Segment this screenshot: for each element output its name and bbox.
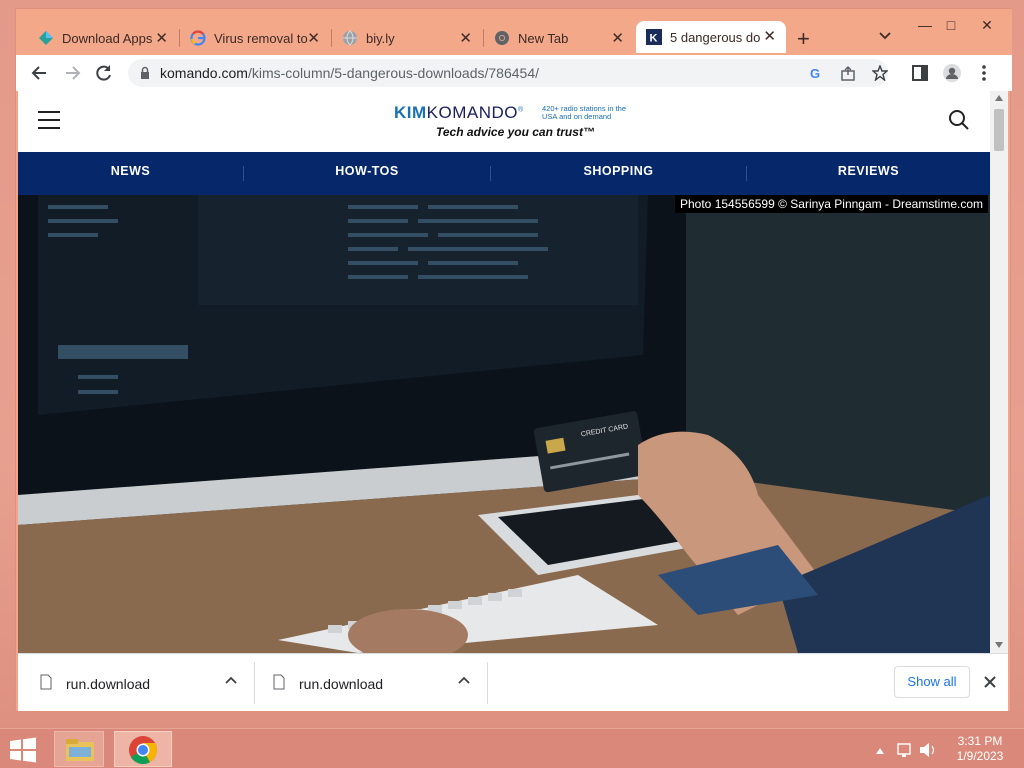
nav-how-tos[interactable]: HOW-TOS bbox=[244, 152, 490, 195]
new-tab-button[interactable]: + bbox=[797, 26, 810, 52]
download-bar: run.download run.download Show all bbox=[18, 653, 1008, 711]
nav-news[interactable]: NEWS bbox=[18, 152, 243, 195]
scroll-down-arrow-icon[interactable] bbox=[995, 642, 1003, 648]
download-filename: run.download bbox=[66, 676, 151, 692]
system-tray-icons[interactable] bbox=[874, 741, 944, 759]
browser-toolbar: komando.com/kims-column/5-dangerous-down… bbox=[16, 55, 1012, 91]
chrome-icon bbox=[495, 31, 509, 45]
tab-title: biy.ly bbox=[366, 30, 395, 46]
google-g-icon bbox=[190, 30, 206, 46]
more-menu-icon[interactable] bbox=[974, 63, 994, 83]
show-all-button[interactable]: Show all bbox=[894, 666, 970, 698]
side-panel-icon[interactable] bbox=[910, 63, 930, 83]
logo-stations-text: 420+ radio stations in the USA and on de… bbox=[542, 104, 627, 121]
back-arrow-icon[interactable] bbox=[30, 63, 50, 83]
logo-kim: KIM bbox=[394, 103, 427, 122]
tab-new-tab[interactable]: New Tab ✕ bbox=[484, 23, 634, 53]
file-icon bbox=[273, 674, 285, 690]
site-header: KIMKOMANDO® 420+ radio stations in the U… bbox=[18, 91, 990, 152]
nav-shopping[interactable]: SHOPPING bbox=[491, 152, 746, 195]
svg-text:K: K bbox=[650, 33, 658, 45]
url-domain: komando.com bbox=[160, 65, 248, 81]
reload-icon[interactable] bbox=[94, 63, 114, 83]
tab-biyly[interactable]: biy.ly ✕ bbox=[332, 23, 482, 53]
windows-taskbar: 3:31 PM 1/9/2023 bbox=[0, 728, 1024, 768]
photo-credit: Photo 154556599 © Sarinya Pinngam - Drea… bbox=[675, 195, 988, 213]
tab-title: Virus removal to bbox=[214, 30, 308, 46]
taskbar-chrome[interactable] bbox=[114, 731, 172, 767]
tab-strip: Download Apps ✕ Virus removal to ✕ biy.l… bbox=[16, 9, 1012, 55]
kim-komando-logo[interactable]: KIMKOMANDO® 420+ radio stations in the U… bbox=[394, 103, 654, 143]
scrollbar-thumb[interactable] bbox=[994, 109, 1004, 151]
taskbar-file-explorer[interactable] bbox=[54, 731, 104, 767]
minimize-button[interactable]: — bbox=[911, 14, 939, 36]
tab-dangerous-downloads[interactable]: K 5 dangerous do ✕ bbox=[636, 21, 786, 53]
bookmark-star-icon[interactable] bbox=[872, 65, 888, 81]
diamond-app-icon bbox=[39, 31, 53, 45]
tab-title: New Tab bbox=[518, 30, 569, 46]
close-download-bar-icon[interactable] bbox=[980, 672, 1000, 692]
maximize-button[interactable]: □ bbox=[937, 14, 965, 36]
close-window-button[interactable]: ✕ bbox=[973, 14, 1001, 36]
tab-title: Download Apps bbox=[62, 30, 153, 46]
chrome-window: Download Apps ✕ Virus removal to ✕ biy.l… bbox=[15, 8, 1012, 712]
clock-time: 3:31 PM bbox=[957, 734, 1003, 748]
search-icon[interactable] bbox=[948, 109, 970, 131]
tab-virus-removal[interactable]: Virus removal to ✕ bbox=[180, 23, 330, 53]
chevron-up-icon[interactable] bbox=[224, 674, 238, 688]
download-item[interactable]: run.download bbox=[251, 654, 483, 712]
profile-avatar-icon[interactable] bbox=[942, 63, 962, 83]
show-hidden-icons-icon bbox=[876, 748, 884, 754]
folder-icon bbox=[66, 739, 94, 761]
svg-text:G: G bbox=[810, 66, 820, 81]
tab-close-icon[interactable]: ✕ bbox=[155, 29, 168, 47]
scroll-up-arrow-icon[interactable] bbox=[995, 95, 1003, 101]
page-viewport: KIMKOMANDO® 420+ radio stations in the U… bbox=[18, 91, 990, 653]
forward-arrow-icon[interactable] bbox=[62, 63, 82, 83]
tab-title: 5 dangerous do bbox=[670, 29, 761, 45]
windows-start-icon[interactable] bbox=[8, 737, 38, 763]
download-filename: run.download bbox=[299, 676, 384, 692]
clock-date: 1/9/2023 bbox=[956, 749, 1004, 763]
share-icon[interactable] bbox=[840, 65, 856, 81]
logo-tagline: Tech advice you can trust™ bbox=[436, 125, 595, 139]
tab-close-icon[interactable]: ✕ bbox=[459, 29, 472, 47]
chevron-up-icon[interactable] bbox=[457, 674, 471, 688]
address-bar[interactable]: komando.com/kims-column/5-dangerous-down… bbox=[128, 59, 888, 87]
taskbar-clock[interactable]: 3:31 PM 1/9/2023 bbox=[950, 734, 1010, 764]
page-scrollbar[interactable] bbox=[990, 91, 1008, 653]
download-item[interactable]: run.download bbox=[18, 654, 250, 712]
tab-download-apps[interactable]: Download Apps ✕ bbox=[28, 23, 178, 53]
lock-icon[interactable] bbox=[140, 66, 150, 80]
hero-photo-illustration: CREDIT CARD bbox=[18, 195, 990, 653]
chrome-logo-icon bbox=[129, 736, 157, 764]
hamburger-menu-icon[interactable] bbox=[38, 111, 60, 129]
globe-icon bbox=[343, 30, 357, 46]
google-lens-icon[interactable]: G bbox=[808, 65, 824, 81]
volume-icon bbox=[920, 743, 929, 757]
site-nav: NEWS HOW-TOS SHOPPING REVIEWS bbox=[18, 152, 990, 195]
download-divider bbox=[487, 662, 488, 704]
nav-reviews[interactable]: REVIEWS bbox=[747, 152, 990, 195]
tab-close-icon[interactable]: ✕ bbox=[763, 27, 776, 45]
file-icon bbox=[40, 674, 52, 690]
hero-image: CREDIT CARD Photo 154556599 © Sarinya Pi… bbox=[18, 195, 990, 653]
url-text[interactable]: komando.com/kims-column/5-dangerous-down… bbox=[160, 65, 539, 81]
tab-close-icon[interactable]: ✕ bbox=[611, 29, 624, 47]
url-path: /kims-column/5-dangerous-downloads/78645… bbox=[247, 65, 539, 81]
logo-komando: KOMANDO bbox=[426, 103, 519, 122]
logo-reg: ® bbox=[518, 106, 524, 114]
kim-komando-icon: K bbox=[646, 29, 662, 45]
network-icon bbox=[897, 743, 911, 755]
tab-close-icon[interactable]: ✕ bbox=[307, 29, 320, 47]
chevron-down-icon[interactable] bbox=[878, 29, 892, 43]
